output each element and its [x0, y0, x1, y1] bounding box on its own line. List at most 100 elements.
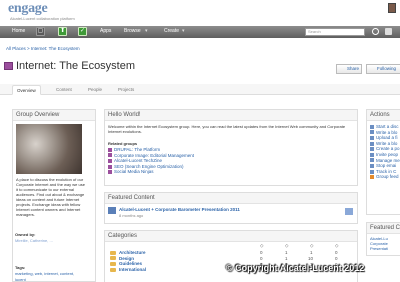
action-label: Group feed — [376, 174, 399, 180]
activity-icon[interactable]: ⬆ — [58, 27, 67, 36]
actions-panel: Actions Start a disc Write a blo Upload … — [366, 109, 400, 215]
browse-chevron-icon[interactable]: ▾ — [145, 28, 148, 34]
category-count: 1 — [285, 256, 288, 261]
featured-thumb-icon — [345, 208, 353, 215]
upload-icon — [370, 136, 374, 140]
category-count: 0 — [335, 256, 338, 261]
featured-item-link[interactable]: Alcatel-Lucent + Corporate Barometer Pre… — [119, 207, 240, 213]
search-input[interactable]: Search — [305, 28, 365, 36]
count-header-icon: ◇ — [260, 243, 264, 248]
settings-icon[interactable] — [385, 28, 392, 35]
count-header-icon: ◇ — [285, 243, 289, 248]
related-groups-list: DRUPAL: The Platform Corporate Image: Ed… — [108, 147, 194, 175]
action-label: Track in C — [376, 168, 397, 174]
tab-people[interactable]: People — [84, 85, 106, 95]
related-group-label: Corporate Image: Editorial Management — [114, 152, 195, 158]
action-label: Write a blo — [376, 129, 398, 135]
related-groups-label: Related groups — [108, 141, 138, 146]
following-label: Following — [377, 66, 397, 71]
featured-right-link[interactable]: Alcatel-Lu Corporate Presentati — [370, 236, 400, 251]
group-description: A place to discuss the evolution of our … — [16, 177, 85, 217]
poll-icon — [370, 147, 374, 152]
folder-icon — [110, 267, 116, 272]
category-count: 0 — [260, 256, 263, 261]
group-icon — [108, 170, 112, 175]
action-label: Write a blo — [376, 140, 398, 146]
page-title: Internet: The Ecosystem — [16, 60, 136, 72]
share-label: Share — [347, 66, 360, 71]
folder-icon — [110, 256, 116, 261]
actions-check-icon[interactable]: ✓ — [78, 27, 87, 36]
hello-world-panel: Hello World! Welcome within the Internet… — [104, 109, 358, 186]
related-group-label: Alcatel-Lucent TechZine — [114, 158, 162, 164]
related-group-label: DRUPAL: The Platform — [114, 147, 161, 152]
group-image — [16, 124, 82, 174]
category-count: 0 — [335, 250, 338, 255]
nav-home[interactable]: Home — [12, 28, 25, 34]
engage-logo[interactable]: engage — [8, 1, 48, 17]
group-icon — [4, 62, 13, 70]
members-icon — [370, 158, 374, 163]
count-header-icon: ◇ — [310, 243, 314, 248]
featured-item-meta: 8 months ago — [119, 213, 144, 218]
presentation-icon — [108, 207, 116, 214]
related-group-item[interactable]: Social Media Ninjas — [108, 169, 194, 175]
actions-heading: Actions — [367, 110, 400, 121]
nav-apps[interactable]: Apps — [100, 28, 111, 34]
category-label: International — [119, 266, 147, 272]
hello-world-heading: Hello World! — [105, 110, 357, 121]
nav-create[interactable]: Create — [164, 28, 179, 34]
blog-icon — [370, 130, 374, 135]
categories-heading: Categories — [105, 231, 357, 242]
action-label: Invite peop — [376, 151, 399, 157]
related-group-label: Social Media Ninjas — [114, 169, 154, 175]
count-header-icon: ◇ — [335, 243, 339, 248]
page: { "app": {"logo": "engage", "tagline": "… — [0, 0, 400, 282]
copyright-watermark: © Copyright Alcatel-Lucent 2012 — [226, 263, 365, 273]
action-label: Manage me — [376, 157, 400, 163]
email-icon — [370, 163, 374, 168]
tab-projects[interactable]: Projects — [114, 85, 138, 95]
related-group-label: SEO (Search Engine Optimization) — [114, 163, 184, 169]
track-icon — [370, 169, 374, 174]
search-icon[interactable] — [372, 28, 379, 35]
owned-by-label: Owned by: — [15, 232, 36, 237]
categories-panel: Categories Architecture Design Guideline… — [104, 230, 358, 282]
group-icon — [108, 164, 112, 169]
create-chevron-icon[interactable]: ▾ — [182, 28, 185, 34]
tags-list[interactable]: marketing, web, internet, content, lucen… — [15, 271, 83, 282]
folder-icon — [110, 250, 116, 255]
share-button[interactable]: Share — [336, 64, 362, 74]
action-label: Upload a fi — [376, 135, 398, 141]
document-icon — [370, 141, 374, 146]
group-icon — [108, 153, 112, 158]
featured-content-heading: Featured Content — [105, 193, 357, 204]
category-item[interactable]: International — [110, 267, 146, 273]
tab-overview[interactable]: Overview — [12, 85, 41, 95]
tab-content[interactable]: Content — [52, 85, 76, 95]
actions-list: Start a disc Write a blo Upload a fi Wri… — [370, 124, 400, 180]
action-label: Start a disc — [376, 124, 399, 129]
breadcrumb[interactable]: All Places > Internet: The Ecosystem — [6, 46, 80, 51]
categories-list: Architecture Design Guidelines Internati… — [110, 250, 146, 272]
nav-browse[interactable]: Browse — [124, 28, 141, 34]
featured-right-heading: Featured C — [367, 223, 400, 234]
action-group-feed[interactable]: Group feed — [370, 174, 400, 180]
action-label: Create a po — [376, 146, 400, 152]
category-count: 1 — [285, 250, 288, 255]
featured-right-panel: Featured C Alcatel-Lu Corporate Presenta… — [366, 222, 400, 256]
category-count: 1 — [310, 250, 313, 255]
place-tabs: Overview Content People Projects — [0, 84, 400, 95]
featured-content-panel: Featured Content Alcatel-Lucent + Corpor… — [104, 192, 358, 224]
category-count: 10 — [308, 256, 314, 261]
tags-label: Tags: — [15, 265, 26, 270]
feed-icon — [370, 175, 374, 180]
user-avatar[interactable] — [388, 3, 396, 13]
welcome-text: Welcome within the Internet Ecosystem gr… — [108, 124, 346, 134]
category-count: 0 — [260, 250, 263, 255]
following-button[interactable]: Following — [366, 64, 400, 74]
category-label: Guidelines — [119, 261, 143, 267]
inbox-icon[interactable]: ▢ — [36, 27, 45, 36]
owners-list[interactable]: Mireille, Catherine, ... — [15, 238, 83, 244]
category-label: Design — [119, 255, 135, 261]
